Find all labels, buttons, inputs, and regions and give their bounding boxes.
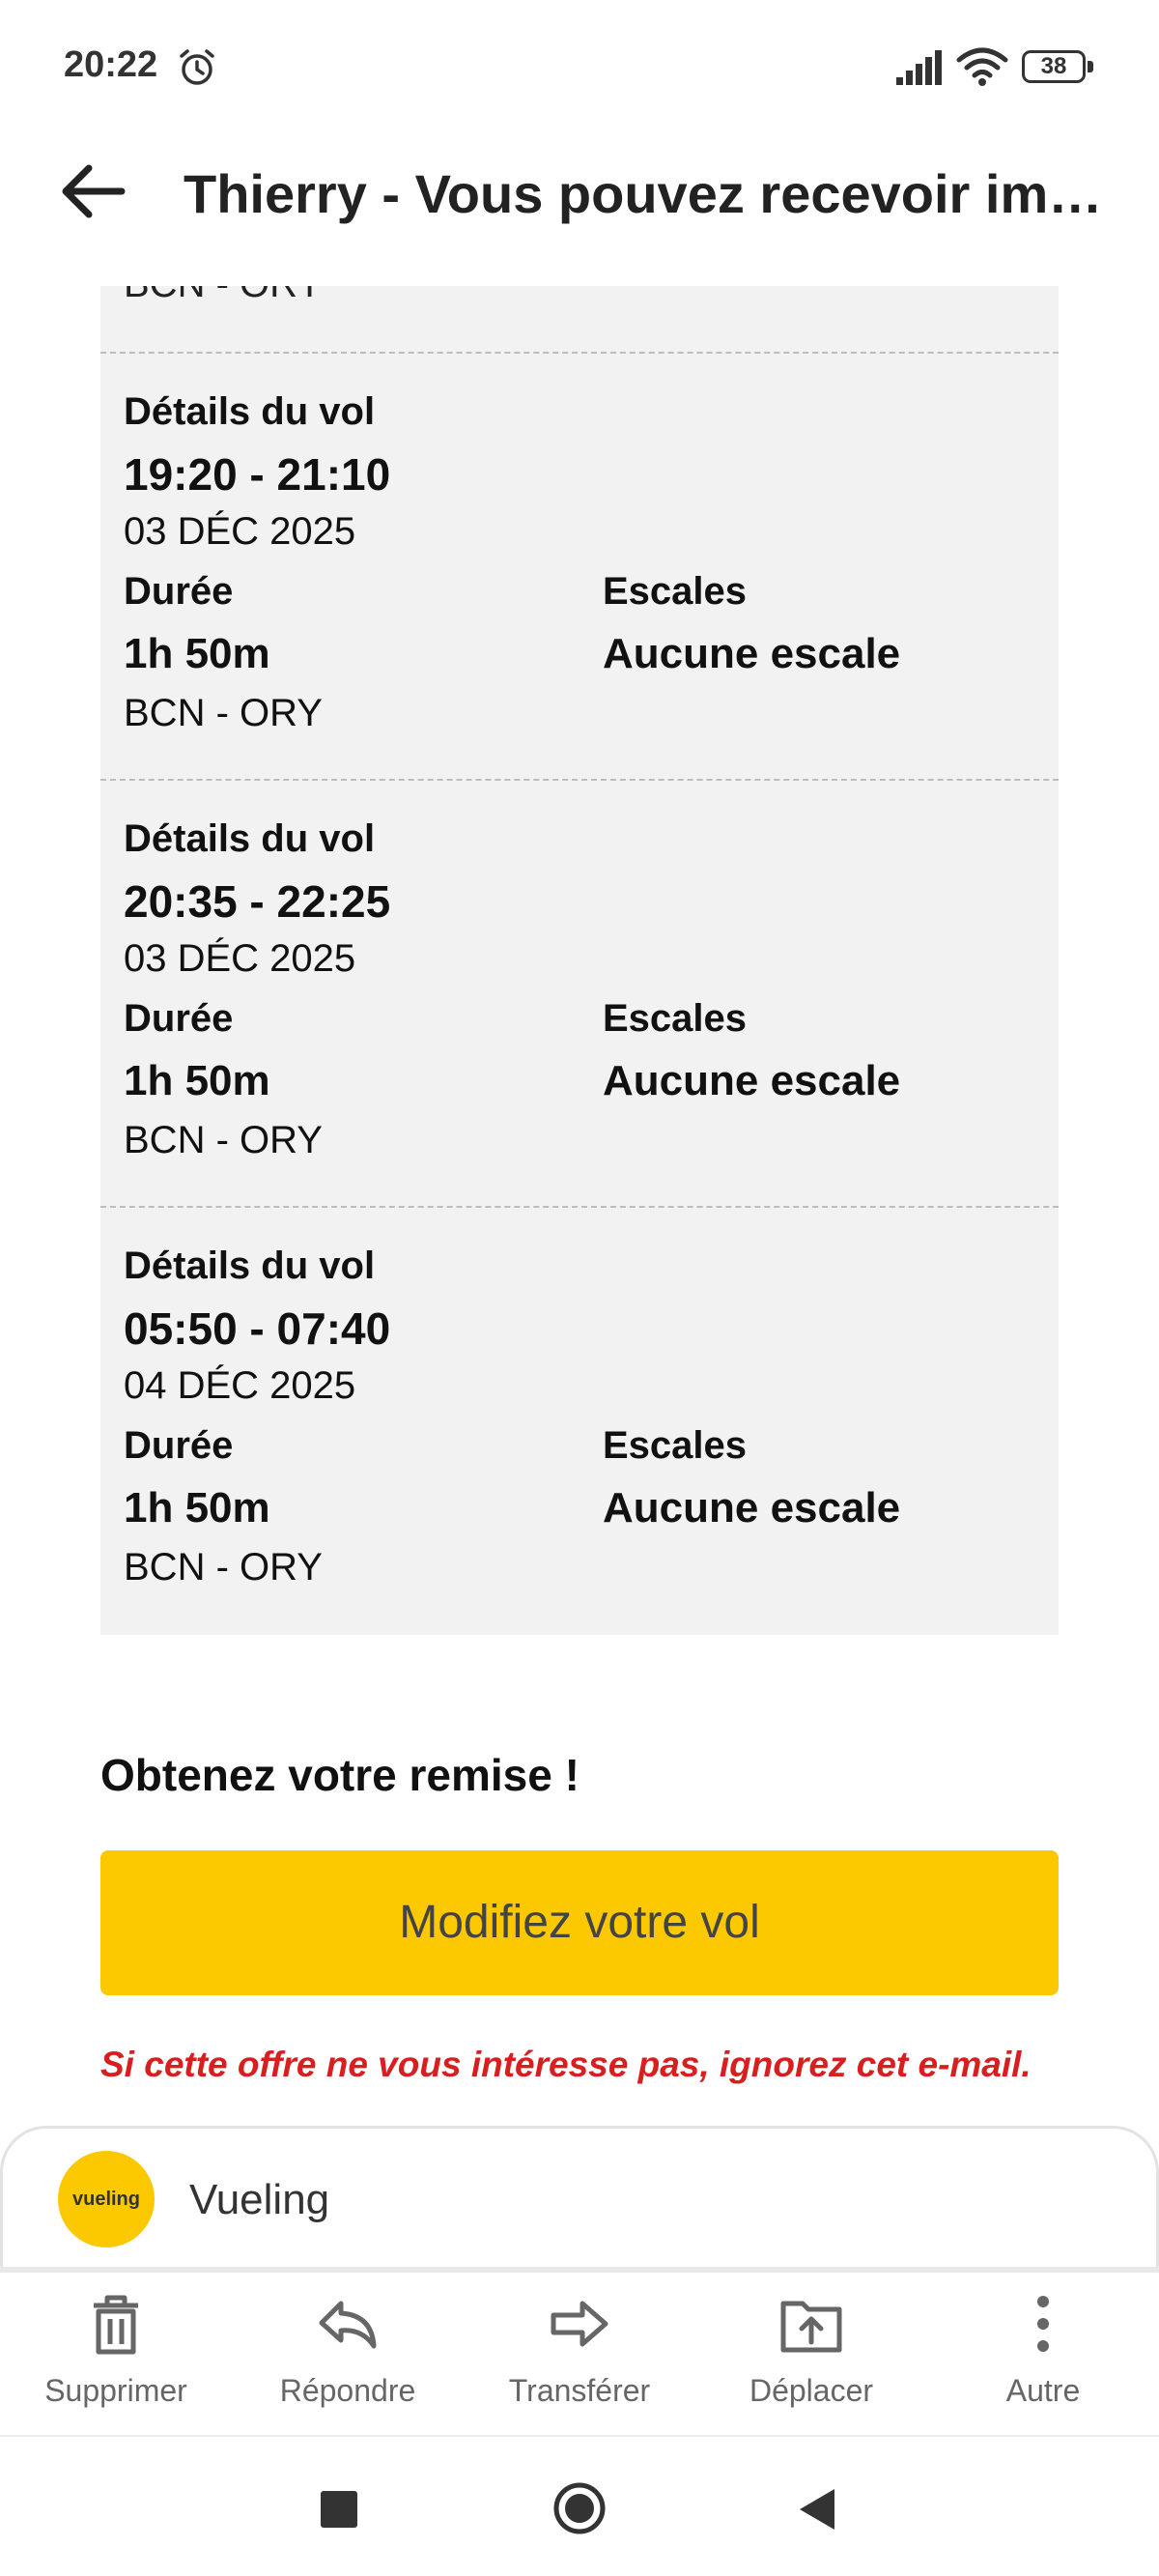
battery-icon: 38: [1022, 50, 1095, 85]
duration-label: Durée: [124, 570, 234, 613]
flight-route: BCN - ORY: [124, 692, 323, 734]
flight-heading: Détails du vol: [124, 390, 376, 433]
flight-card: Détails du vol 19:20 - 21:10 03 DÉC 2025…: [100, 352, 1059, 779]
duration-label: Durée: [124, 997, 234, 1040]
duration-value: 1h 50m: [124, 1484, 270, 1531]
stops-label: Escales: [603, 1424, 748, 1467]
flight-route: BCN - ORY: [124, 1119, 323, 1161]
home-icon[interactable]: [552, 2481, 607, 2535]
move-button[interactable]: Déplacer: [695, 2290, 927, 2425]
sender-avatar[interactable]: vueling: [58, 2151, 155, 2247]
sender-card[interactable]: [0, 2126, 1159, 2271]
flight-time: 19:20 - 21:10: [124, 449, 391, 500]
forward-button[interactable]: Transférer: [464, 2290, 695, 2425]
alarm-icon: [180, 49, 214, 85]
more-label: Autre: [1005, 2373, 1081, 2408]
more-button[interactable]: Autre: [927, 2290, 1159, 2425]
flight-card: Détails du vol 05:50 - 07:40 04 DÉC 2025…: [100, 1206, 1059, 1633]
status-bar: 20:22 38: [0, 0, 1159, 135]
email-subject: Thierry - Vous pouvez recevoir immé...: [184, 163, 1130, 224]
flight-heading: Détails du vol: [124, 1245, 376, 1287]
status-time: 20:22: [64, 44, 158, 85]
sender-name[interactable]: Vueling: [189, 2176, 329, 2224]
flight-time: 20:35 - 22:25: [124, 876, 391, 927]
stops-label: Escales: [603, 570, 748, 613]
battery-level: 38: [1022, 50, 1086, 83]
stops-value: Aucune escale: [603, 1057, 901, 1104]
flight-heading: Détails du vol: [124, 817, 376, 860]
delete-label: Supprimer: [44, 2373, 187, 2408]
flight-time: 05:50 - 07:40: [124, 1303, 391, 1354]
duration-label: Durée: [124, 1424, 234, 1467]
reply-button[interactable]: Répondre: [232, 2290, 464, 2425]
stops-value: Aucune escale: [603, 630, 901, 677]
flight-route: BCN - ORY: [124, 1546, 323, 1589]
move-label: Déplacer: [749, 2373, 874, 2408]
flight-date: 04 DÉC 2025: [124, 1364, 356, 1407]
duration-value: 1h 50m: [124, 1057, 270, 1104]
promo-title: Obtenez votre remise !: [100, 1750, 580, 1800]
partial-route: BCN - ORY: [124, 286, 323, 306]
forward-icon: [551, 2301, 608, 2347]
modify-flight-button[interactable]: Modifiez votre vol: [100, 1850, 1059, 1995]
signal-icon: [896, 50, 942, 85]
reply-label: Répondre: [279, 2373, 416, 2408]
flight-date: 03 DÉC 2025: [124, 510, 356, 553]
reply-icon: [319, 2301, 377, 2349]
back-arrow-icon[interactable]: [54, 153, 131, 230]
trash-icon: [94, 2295, 138, 2355]
delete-button[interactable]: Supprimer: [0, 2290, 232, 2425]
wifi-icon: [956, 47, 1008, 86]
disclaimer-text: Si cette offre ne vous intéresse pas, ig…: [100, 2045, 1032, 2084]
recent-apps-icon[interactable]: [321, 2491, 357, 2528]
flight-date: 03 DÉC 2025: [124, 937, 356, 980]
more-icon: [1037, 2296, 1049, 2352]
stops-label: Escales: [603, 997, 748, 1040]
nav-back-icon[interactable]: [794, 2485, 840, 2533]
stops-value: Aucune escale: [603, 1484, 901, 1531]
forward-label: Transférer: [508, 2373, 651, 2408]
flight-card: Détails du vol 20:35 - 22:25 03 DÉC 2025…: [100, 779, 1059, 1206]
move-icon: [780, 2301, 842, 2353]
flight-details-panel: BCN - ORY Détails du vol 19:20 - 21:10 0…: [100, 286, 1059, 1635]
duration-value: 1h 50m: [124, 630, 270, 677]
